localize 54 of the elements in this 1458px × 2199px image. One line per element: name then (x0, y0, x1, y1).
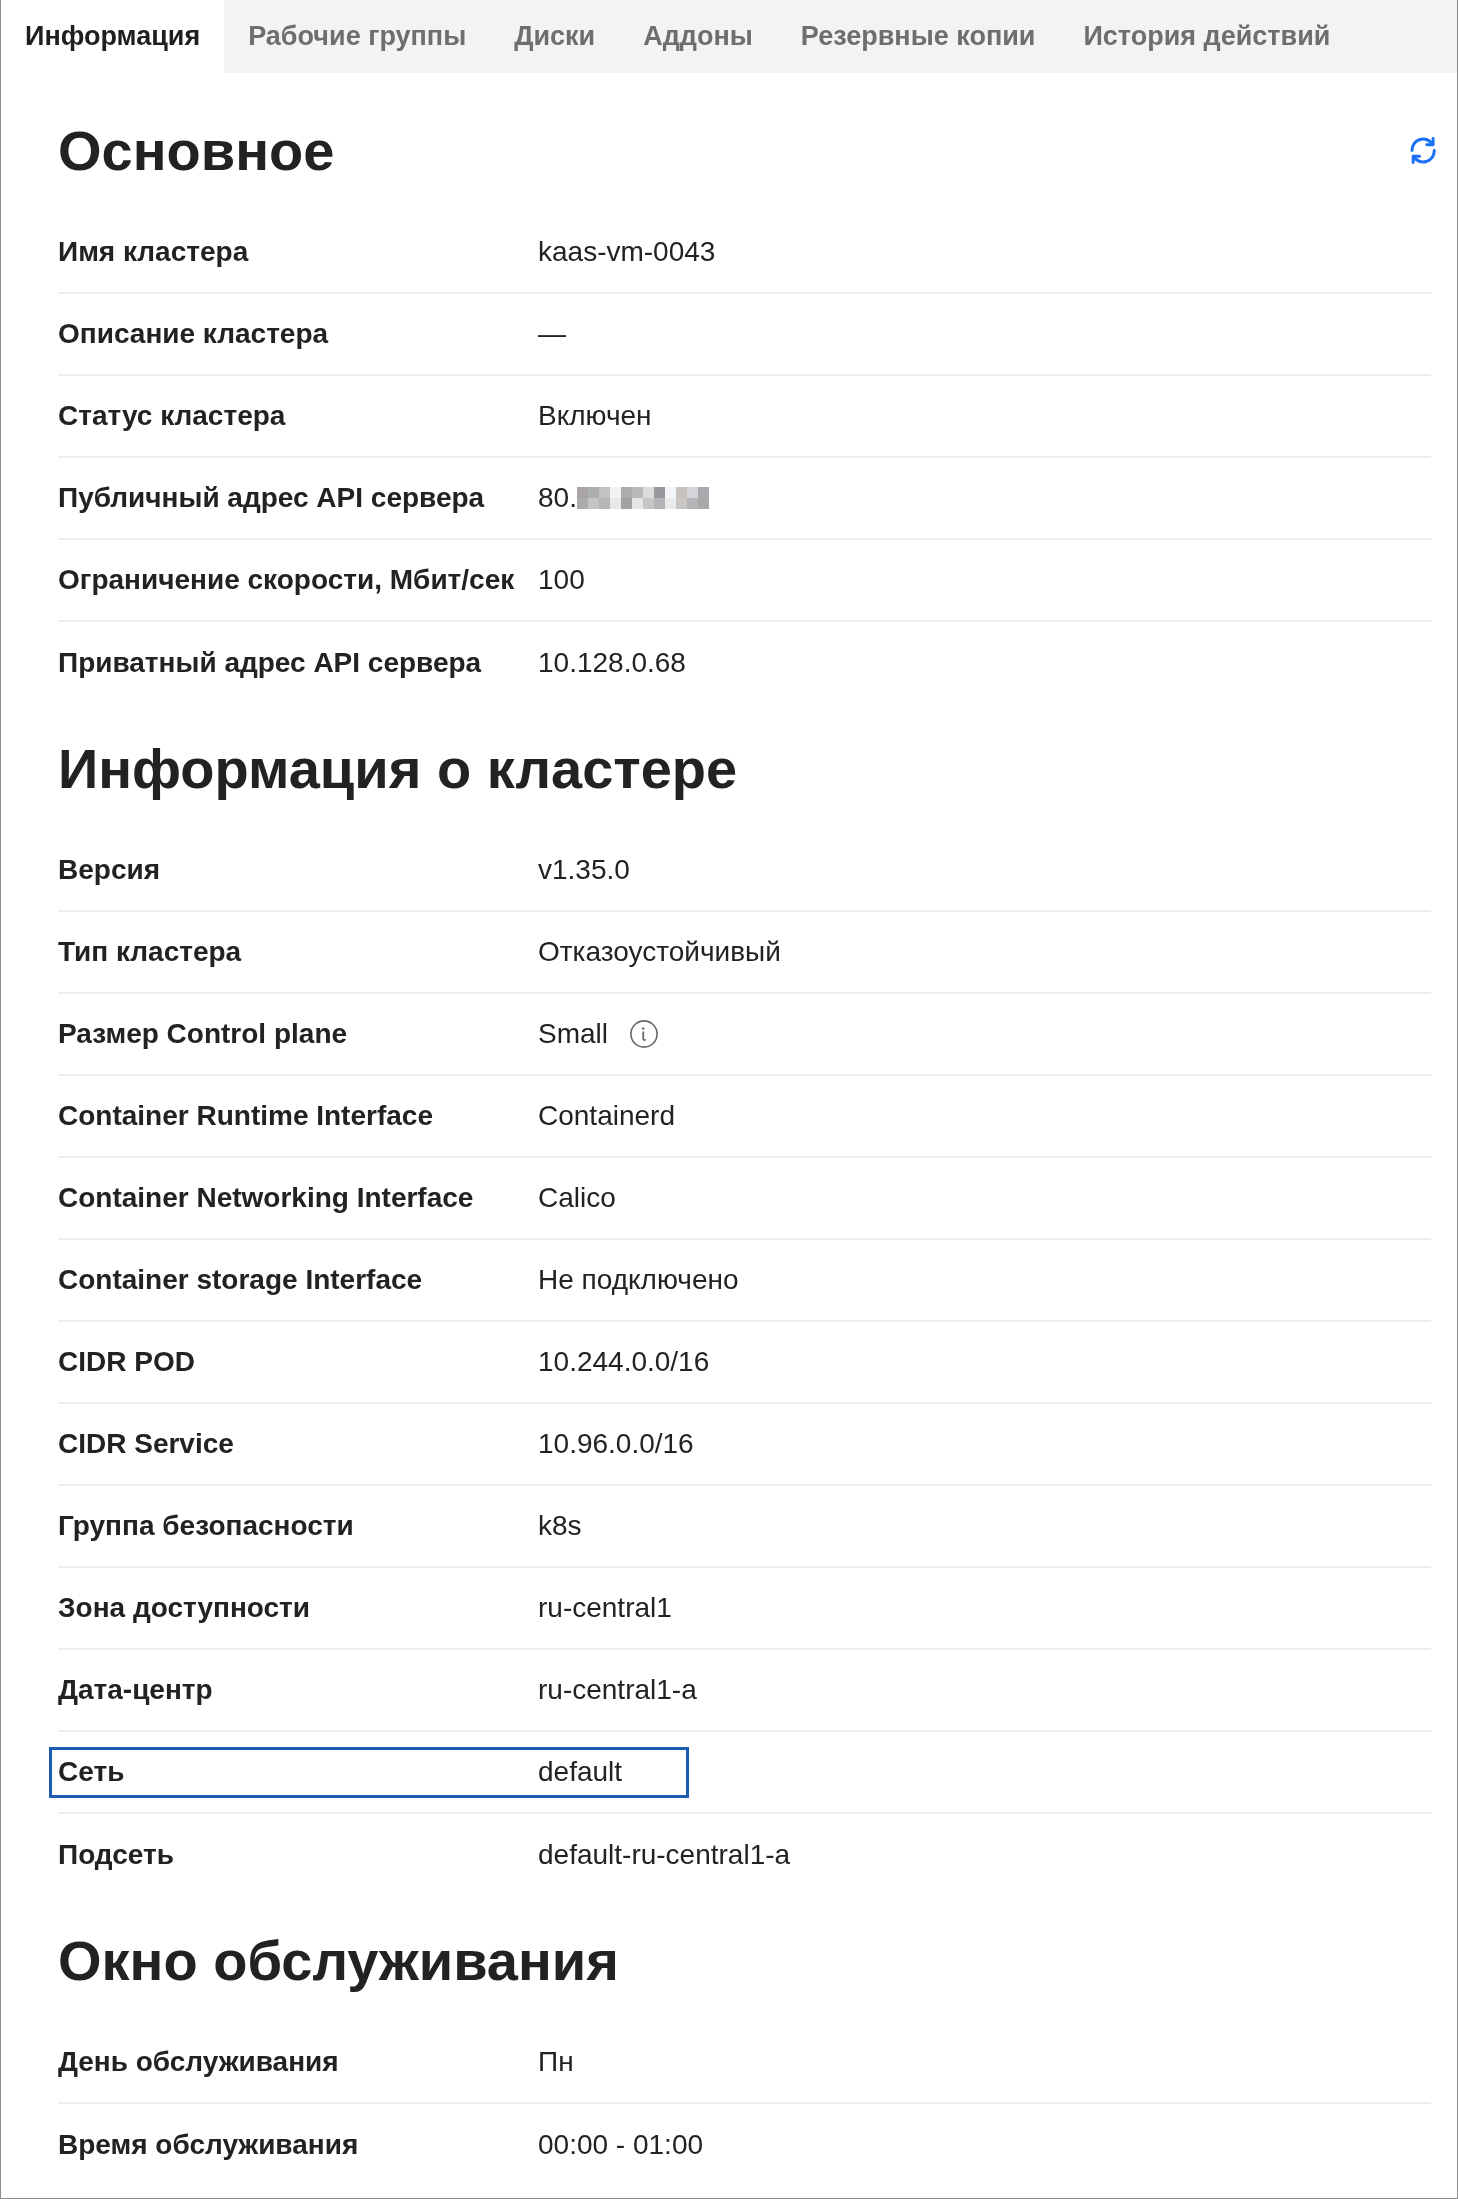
field-label: Дата-центр (58, 1673, 214, 1707)
field-value: ru-central1-a (538, 1673, 697, 1707)
field-label: Имя кластера (58, 235, 250, 269)
field-label: День обслуживания (58, 2045, 340, 2079)
field-value: 100 (538, 563, 586, 597)
field-label: Время обслуживания (58, 2128, 360, 2162)
tab[interactable]: Информация (1, 0, 225, 73)
field-label: Публичный адрес API сервера (58, 481, 486, 515)
field-value: 10.96.0.0/16 (538, 1427, 694, 1461)
field-label: Описание кластера (58, 317, 330, 351)
field-value: default (538, 1755, 624, 1789)
focused-row-outline[interactable]: Сеть default (49, 1746, 689, 1798)
field-value: — (538, 317, 567, 351)
field-label: CIDR Service (58, 1427, 235, 1461)
field-value: kaas-vm-0043 (538, 235, 716, 269)
field-value: 00:00 - 01:00 (538, 2128, 704, 2162)
field-value: Включен (538, 399, 653, 433)
field-label: Приватный адрес API сервера (58, 646, 483, 680)
field-value: Containerd (538, 1099, 676, 1133)
field-value: 10.128.0.68 (538, 646, 686, 680)
tab[interactable]: Рабочие группы (224, 0, 491, 73)
field-label: Container Networking Interface (58, 1181, 475, 1215)
field-value: v1.35.0 (538, 853, 631, 887)
field-label: Ограничение скорости, Мбит/сек (58, 563, 516, 597)
refresh-icon[interactable] (1410, 137, 1437, 164)
field-value: 80. (538, 481, 577, 515)
field-value: Small (538, 1017, 608, 1051)
section-heading: Основное (58, 118, 335, 183)
field-label: Зона доступности (58, 1591, 312, 1625)
field-value: Отказоустойчивый (538, 935, 781, 969)
tab[interactable]: Аддоны (619, 0, 777, 73)
tab[interactable]: Диски (490, 0, 620, 73)
tab[interactable]: История действий (1059, 0, 1355, 73)
field-label: CIDR POD (58, 1345, 196, 1379)
field-value: Calico (538, 1181, 617, 1215)
field-value: ru-central1 (538, 1591, 673, 1625)
field-value: Не подключено (538, 1263, 739, 1297)
section-heading: Окно обслуживания (58, 1928, 619, 1993)
field-label: Container storage Interface (58, 1263, 424, 1297)
field-label: Тип кластера (58, 935, 243, 969)
field-value: k8s (538, 1509, 583, 1543)
field-value: Пн (538, 2045, 575, 2079)
field-label: Статус кластера (58, 399, 287, 433)
section-heading: Информация о кластере (58, 736, 738, 801)
field-label: Сеть (58, 1755, 126, 1789)
field-label: Подсеть (58, 1838, 175, 1872)
info-icon[interactable] (630, 1020, 658, 1048)
field-label: Размер Control plane (58, 1017, 349, 1051)
tab[interactable]: Резервные копии (776, 0, 1060, 73)
field-value: default-ru-central1-a (538, 1838, 791, 1872)
field-value: 10.244.0.0/16 (538, 1345, 710, 1379)
field-label: Группа безопасности (58, 1509, 355, 1543)
field-label: Версия (58, 853, 162, 887)
field-label: Container Runtime Interface (58, 1099, 434, 1133)
